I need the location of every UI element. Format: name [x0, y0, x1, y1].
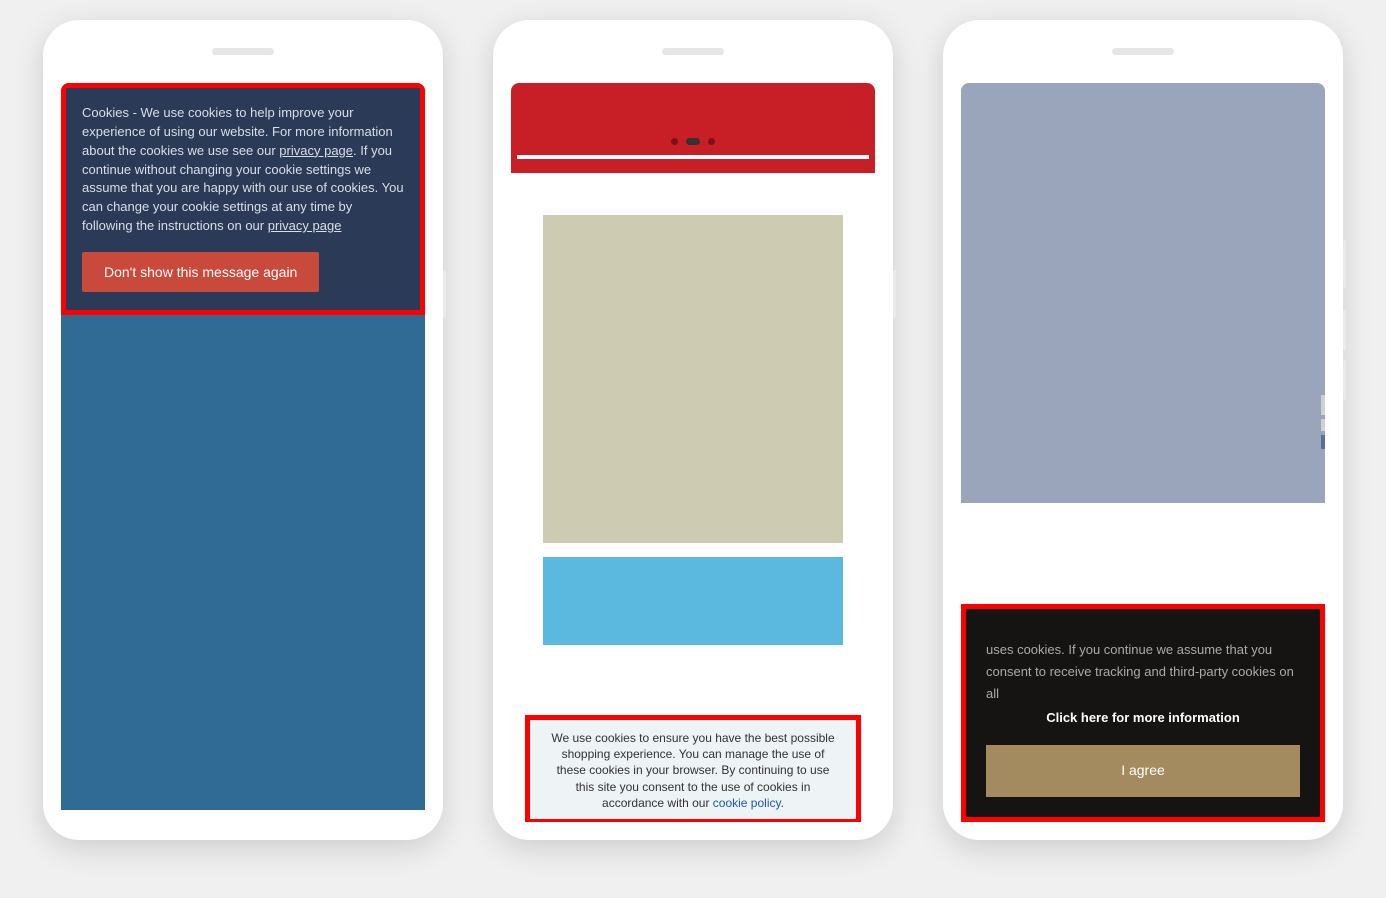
dismiss-button[interactable]: Don't show this message again: [82, 252, 319, 292]
phone-mockup-3: uses cookies. If you continue we assume …: [943, 20, 1343, 840]
carousel-dot-active[interactable]: [686, 138, 700, 145]
page-body-placeholder: [61, 315, 425, 810]
phone-mockup-2: We use cookies to ensure you have the be…: [493, 20, 893, 840]
carousel-dots: [671, 138, 715, 145]
phone-screen: We use cookies to ensure you have the be…: [511, 83, 875, 822]
scrollbar-segment: [1321, 435, 1325, 449]
cookie-text-period: .: [781, 796, 784, 810]
page-body-placeholder: [961, 83, 1325, 503]
privacy-page-link-2[interactable]: privacy page: [268, 218, 342, 233]
phone-side-button: [1343, 310, 1346, 350]
carousel-dot[interactable]: [671, 138, 678, 145]
phone-screen: uses cookies. If you continue we assume …: [961, 83, 1325, 822]
phone-side-button: [1343, 240, 1346, 288]
cookie-banner-bottom: We use cookies to ensure you have the be…: [525, 715, 861, 822]
cookie-policy-link[interactable]: cookie policy: [713, 796, 781, 810]
page-header: [511, 83, 875, 173]
cookie-banner-bottom: uses cookies. If you continue we assume …: [961, 604, 1325, 822]
scrollbar-segment: [1321, 419, 1325, 431]
content-card-2: [543, 557, 843, 645]
scrollbar-segment: [1321, 395, 1325, 415]
cookie-banner-text: We use cookies to ensure you have the be…: [551, 731, 834, 810]
cookie-banner-text: Cookies - We use cookies to help improve…: [82, 104, 404, 236]
phone-speaker: [662, 48, 724, 55]
phone-mockup-1: Cookies - We use cookies to help improve…: [43, 20, 443, 840]
content-card-1: [543, 215, 843, 543]
phone-screen: Cookies - We use cookies to help improve…: [61, 83, 425, 822]
phone-side-button: [443, 270, 446, 318]
phone-speaker: [212, 48, 274, 55]
phone-speaker: [1112, 48, 1174, 55]
cookie-banner-text: uses cookies. If you continue we assume …: [986, 639, 1300, 705]
more-info-link[interactable]: Click here for more information: [986, 707, 1300, 729]
phone-side-button: [893, 270, 896, 318]
agree-button[interactable]: I agree: [986, 745, 1300, 797]
privacy-page-link-1[interactable]: privacy page: [279, 143, 353, 158]
phone-side-button: [1343, 360, 1346, 400]
cookie-banner-top: Cookies - We use cookies to help improve…: [61, 83, 425, 315]
carousel-dot[interactable]: [708, 138, 715, 145]
